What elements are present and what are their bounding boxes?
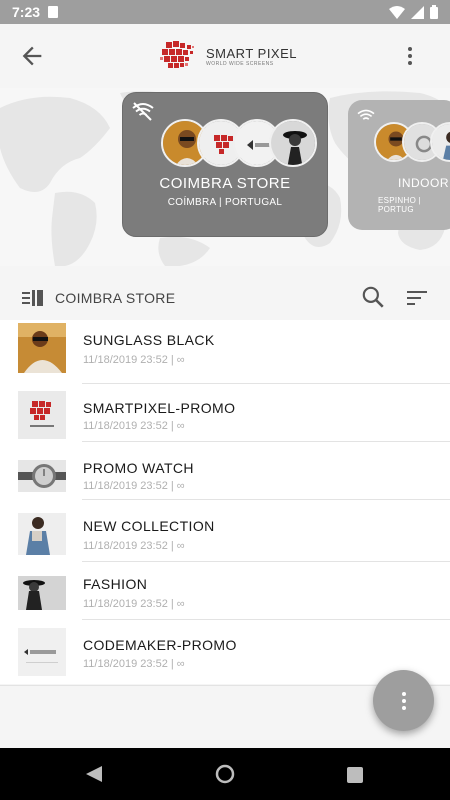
wifi-icon: [389, 5, 405, 19]
system-navigation-bar: [0, 748, 450, 800]
battery-icon: [430, 5, 438, 19]
signal-icon: [411, 5, 424, 19]
fashion-avatar: [269, 119, 317, 167]
list-item[interactable]: CODEMAKER-PROMO 11/18/2019 23:52 | ∞: [0, 620, 450, 684]
item-subtitle: 11/18/2019 23:52 | ∞: [83, 420, 185, 432]
list-item[interactable]: SMARTPIXEL-PROMO 11/18/2019 23:52 | ∞: [0, 384, 450, 442]
item-subtitle: 11/18/2019 23:52 | ∞: [83, 540, 185, 552]
status-time: 7:23: [12, 4, 41, 20]
status-bar: 7:23: [0, 0, 450, 24]
app-bar: SMART PIXEL WORLD WIDE SCREENS: [0, 24, 450, 88]
store-name: COIMBRA STORE: [159, 175, 291, 192]
back-arrow-icon[interactable]: [18, 42, 46, 70]
fashion-photo-thumbnail: [18, 576, 66, 610]
sd-card-icon: [48, 6, 59, 18]
brand-tagline: WORLD WIDE SCREENS: [206, 60, 274, 67]
media-list: SUNGLASS BLACK 11/18/2019 23:52 | ∞ SMAR…: [0, 320, 450, 684]
item-subtitle: 11/18/2019 23:52 | ∞: [83, 598, 185, 610]
list-item[interactable]: SUNGLASS BLACK 11/18/2019 23:52 | ∞: [0, 320, 450, 384]
list-item[interactable]: NEW COLLECTION 11/18/2019 23:52 | ∞: [0, 500, 450, 562]
item-subtitle: 11/18/2019 23:52 | ∞: [83, 658, 185, 670]
playlist-icon: [22, 290, 43, 306]
list-item[interactable]: FASHION 11/18/2019 23:52 | ∞: [0, 562, 450, 620]
store-location: COÍMBRA | PORTUGAL: [167, 197, 283, 208]
nav-home-icon[interactable]: [214, 763, 236, 785]
watch-photo-thumbnail: [18, 460, 66, 492]
item-subtitle: 11/18/2019 23:52 | ∞: [83, 480, 185, 492]
item-title: NEW COLLECTION: [83, 518, 215, 534]
codemaker-logo-thumbnail: [18, 628, 66, 676]
status-icons: [389, 5, 438, 19]
model-photo-thumbnail: [18, 513, 66, 555]
store-media-avatars: [161, 119, 317, 167]
store-carousel: COIMBRA STORE COÍMBRA | PORTUGAL INDOOR …: [0, 88, 450, 266]
sunglass-photo-thumbnail: [18, 323, 66, 373]
nav-recents-icon[interactable]: [346, 766, 364, 784]
more-options-fab[interactable]: [373, 670, 434, 731]
store-media-avatars: [374, 122, 450, 162]
smart-pixel-logo: SMART PIXEL WORLD WIDE SCREENS: [160, 40, 297, 72]
item-title: CODEMAKER-PROMO: [83, 637, 237, 653]
search-icon[interactable]: [360, 284, 386, 310]
item-title: PROMO WATCH: [83, 460, 194, 476]
item-title: SMARTPIXEL-PROMO: [83, 400, 236, 416]
brand-name: SMART PIXEL: [206, 45, 297, 61]
overflow-menu-icon[interactable]: [398, 44, 422, 68]
item-subtitle: 11/18/2019 23:52 | ∞: [83, 354, 185, 366]
playlist-title: COIMBRA STORE: [55, 290, 176, 306]
item-title: SUNGLASS BLACK: [83, 332, 215, 348]
list-item[interactable]: PROMO WATCH 11/18/2019 23:52 | ∞: [0, 442, 450, 500]
playlist-header: COIMBRA STORE: [0, 276, 450, 320]
store-card-coimbra[interactable]: COIMBRA STORE COÍMBRA | PORTUGAL: [122, 92, 328, 237]
store-card-indoor[interactable]: INDOOR ESPINHO | PORTUG: [348, 100, 450, 230]
smart-pixel-logo-icon: [160, 41, 194, 68]
wifi-icon: [357, 109, 375, 120]
nav-back-icon[interactable]: [84, 764, 104, 784]
smartpixel-logo-thumbnail: [18, 391, 66, 439]
store-location: ESPINHO | PORTUG: [378, 196, 422, 214]
wifi-off-icon: [132, 102, 154, 121]
sort-icon[interactable]: [404, 286, 430, 310]
more-vertical-icon: [401, 691, 406, 710]
item-title: FASHION: [83, 576, 148, 592]
store-name: INDOOR: [398, 176, 449, 190]
